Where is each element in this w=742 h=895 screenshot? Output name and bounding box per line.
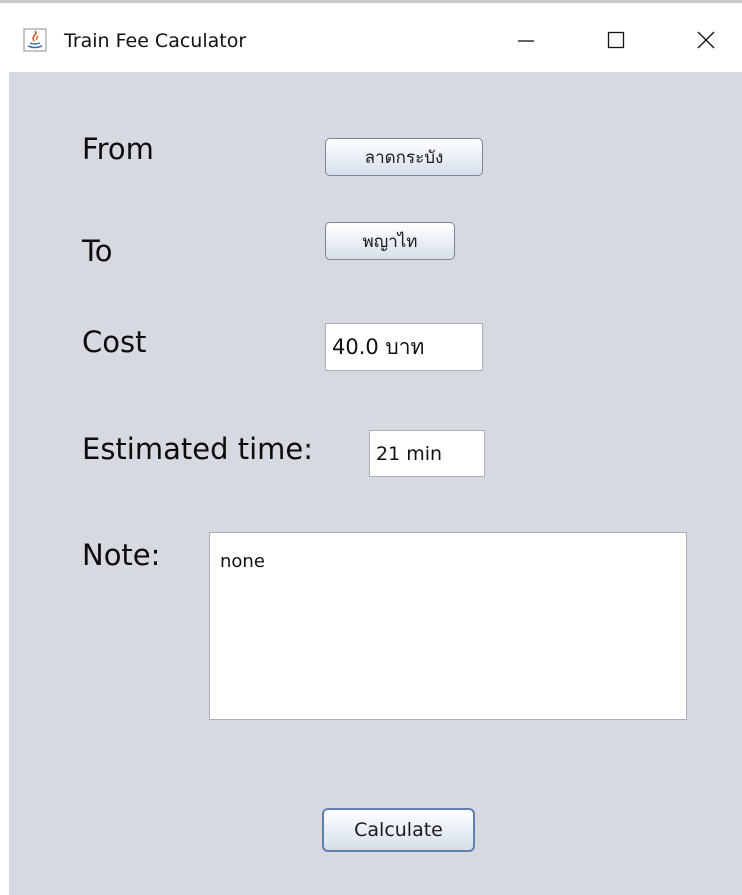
close-icon xyxy=(697,31,715,49)
note-textarea[interactable]: none xyxy=(209,532,687,720)
estimated-time-field[interactable]: 21 min xyxy=(369,430,485,477)
title-bar[interactable]: Train Fee Caculator xyxy=(0,6,742,72)
java-app-icon xyxy=(23,28,47,52)
to-label: To xyxy=(82,234,113,268)
maximize-icon xyxy=(607,31,625,49)
maximize-button[interactable] xyxy=(588,18,644,62)
cost-label: Cost xyxy=(82,325,147,359)
window-title: Train Fee Caculator xyxy=(64,30,247,52)
minimize-icon xyxy=(518,40,534,42)
cost-field[interactable]: 40.0 บาท xyxy=(325,323,483,371)
note-label: Note: xyxy=(82,538,161,572)
calculate-button[interactable]: Calculate xyxy=(322,808,475,852)
to-station-button[interactable]: พญาไท xyxy=(325,222,455,260)
minimize-button[interactable] xyxy=(498,18,554,62)
estimated-time-label: Estimated time: xyxy=(82,432,314,466)
app-window: Train Fee Caculator From ลาดกระบัง To พญ… xyxy=(0,0,742,895)
from-station-button[interactable]: ลาดกระบัง xyxy=(325,138,483,176)
close-button[interactable] xyxy=(678,18,734,62)
content-panel: From ลาดกระบัง To พญาไท Cost 40.0 บาท Es… xyxy=(9,72,742,895)
from-label: From xyxy=(82,132,154,166)
